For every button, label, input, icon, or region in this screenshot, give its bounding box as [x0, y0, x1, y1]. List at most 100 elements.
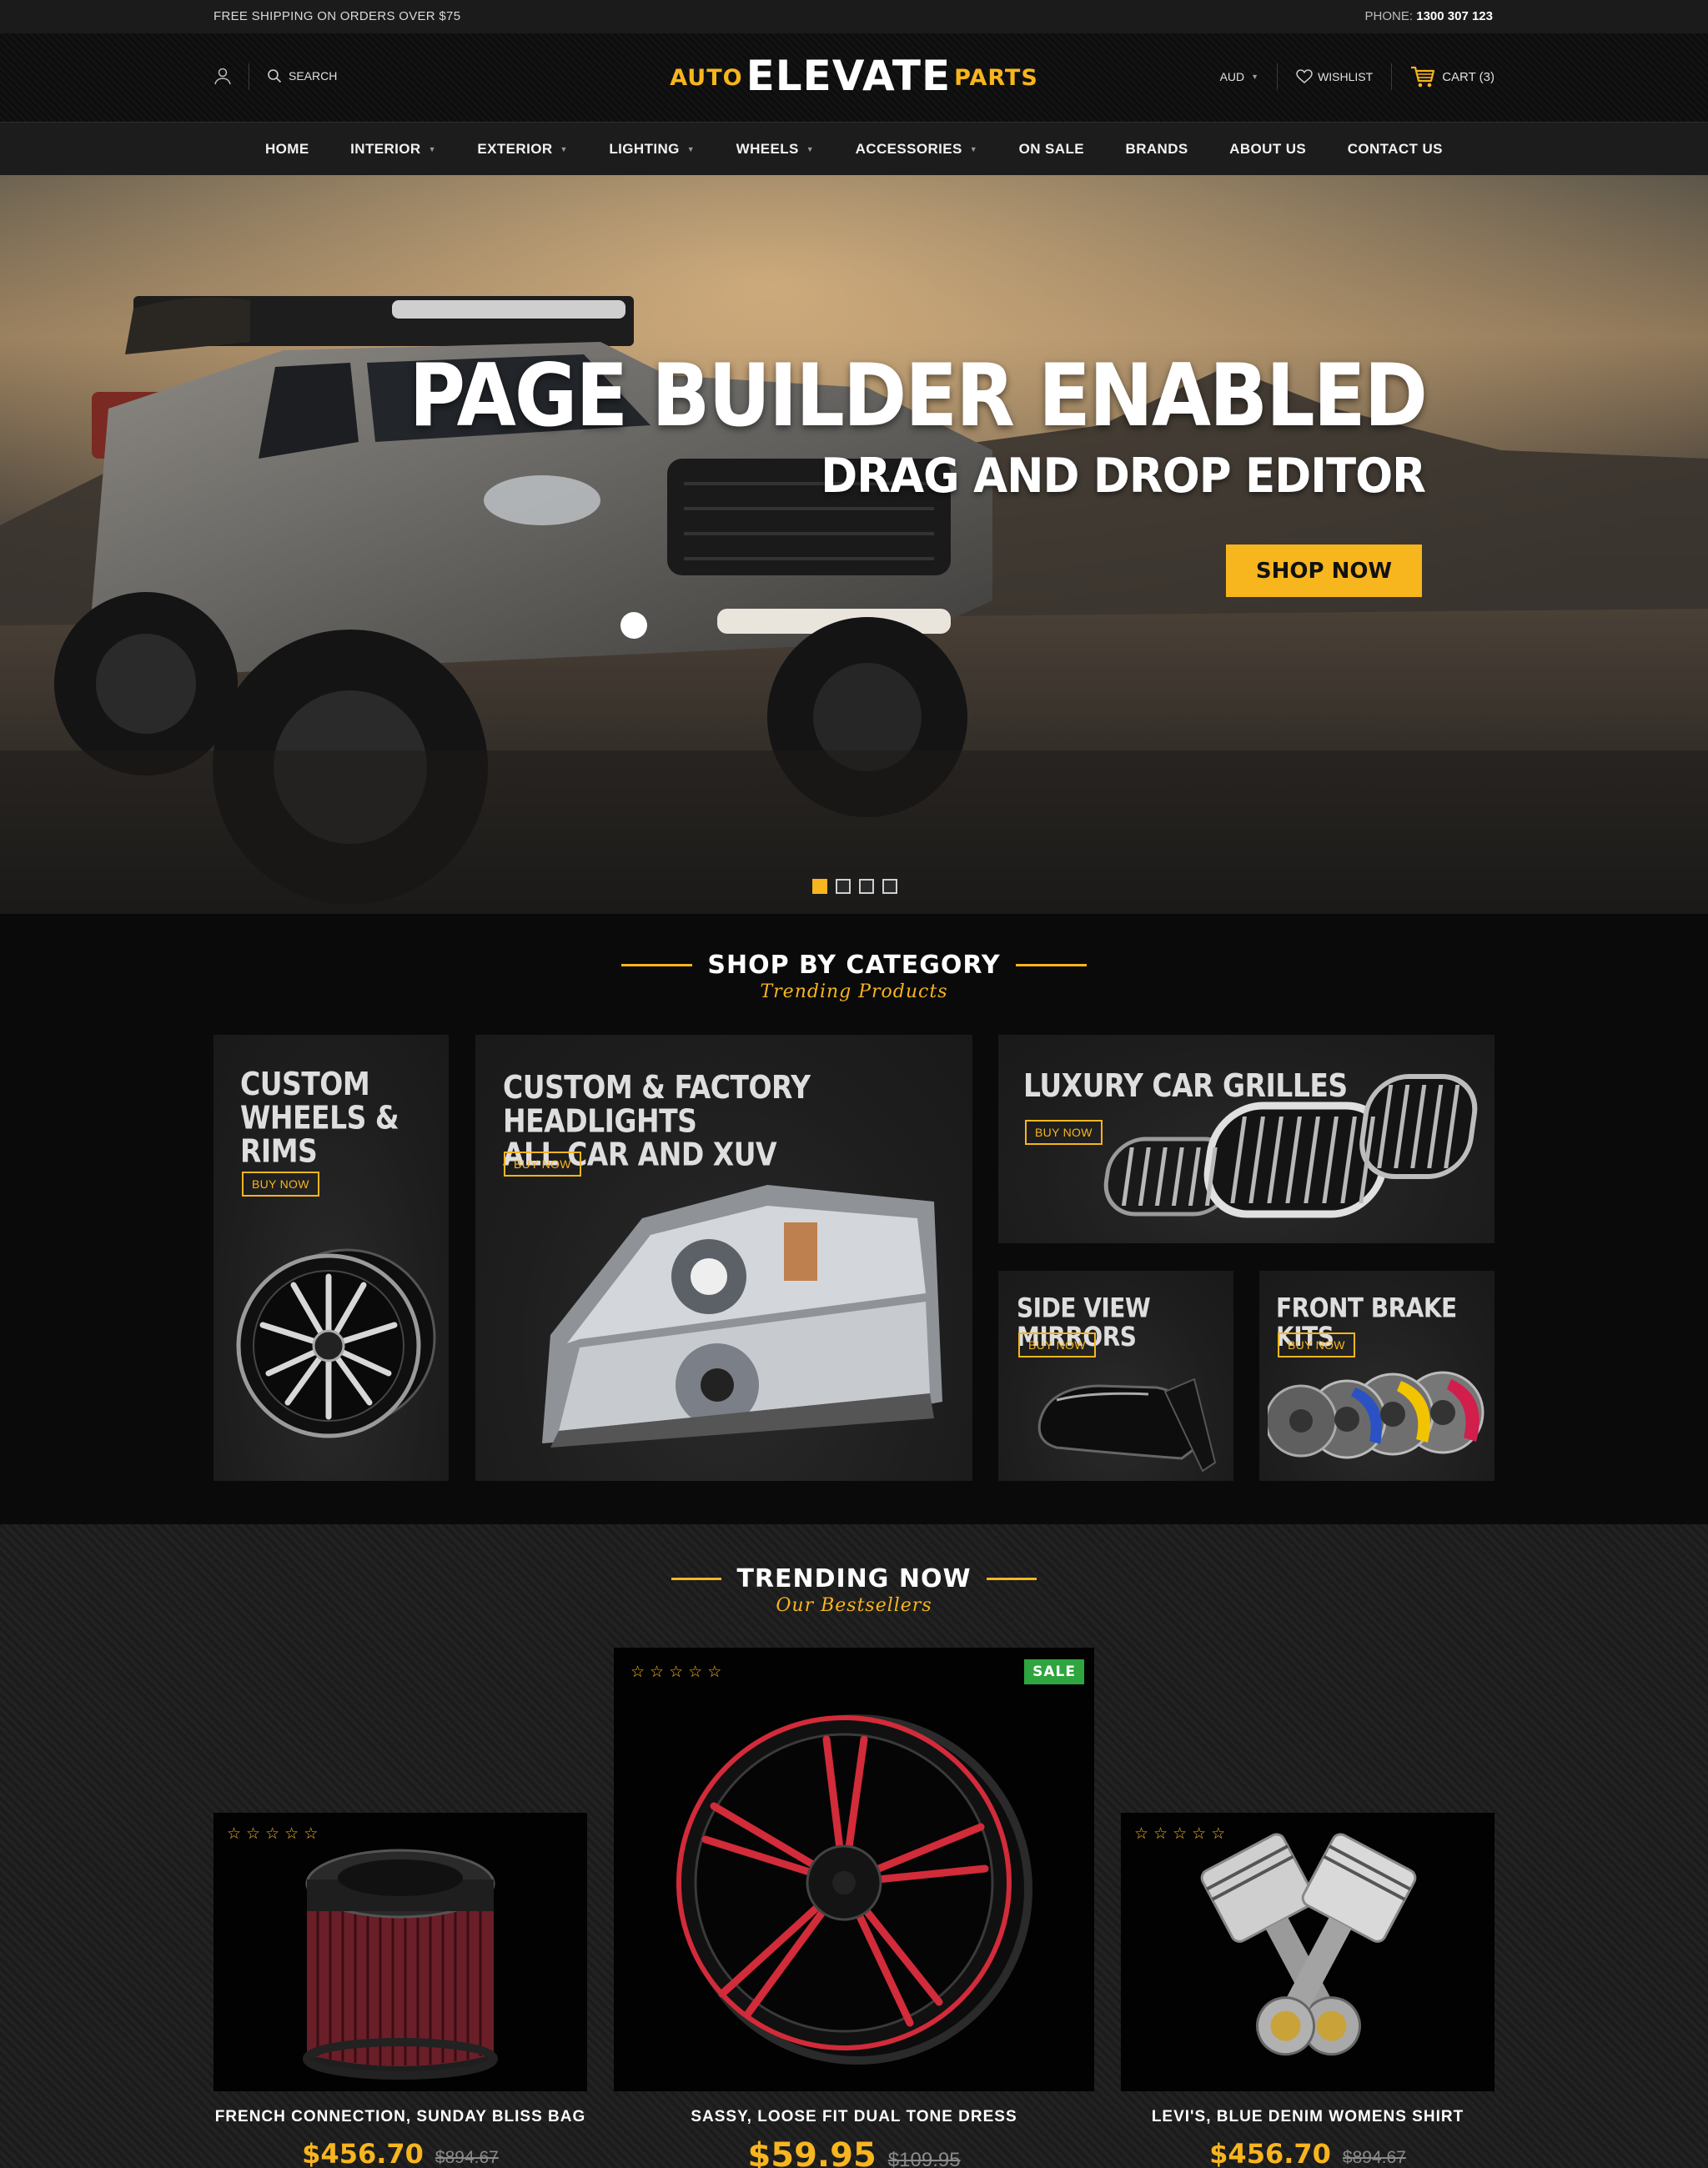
original-price: $894.67: [1342, 2148, 1406, 2167]
logo-left: AUTO: [670, 65, 743, 91]
red-alloy-wheel-image: [676, 1714, 1032, 2065]
phone-info: PHONE: 1300 307 123: [1365, 9, 1493, 23]
section-subtitle: Trending Products: [760, 981, 948, 1002]
shop-now-button[interactable]: SHOP NOW: [1226, 545, 1422, 597]
nav-item-label: BRANDS: [1125, 141, 1188, 157]
product-image[interactable]: [1121, 1813, 1494, 2091]
shop-by-category-section: SHOP BY CATEGORY Trending Products CUSTO…: [0, 914, 1708, 1524]
slider-dot-1[interactable]: [812, 879, 827, 894]
brake-kit-image: [1268, 1371, 1484, 1459]
hero-subheadline: DRAG AND DROP EDITOR: [821, 449, 1426, 504]
pistons-image: [1200, 1833, 1417, 2056]
header-actions: AUD ▼ WISHLIST CART (3): [1220, 63, 1494, 90]
product-name[interactable]: LEVI'S, BLUE DENIM WOMENS SHIRT: [1121, 2108, 1494, 2126]
headlight-image: [542, 1185, 942, 1448]
chevron-down-icon: ▼: [560, 145, 568, 153]
currency-selector[interactable]: AUD ▼: [1220, 70, 1277, 83]
section-title: TRENDING NOW: [736, 1564, 972, 1593]
title-rule: [986, 1578, 1037, 1580]
title-rule: [621, 964, 693, 966]
alloy-wheel-image: [236, 1248, 436, 1438]
nav-item-label: WHEELS: [736, 141, 799, 157]
current-price: $59.95: [747, 2136, 877, 2168]
nav-item-lighting[interactable]: LIGHTING ▼: [609, 123, 695, 176]
phone-number[interactable]: 1300 307 123: [1416, 9, 1493, 23]
hero-headline: PAGE BUILDER ENABLED: [409, 346, 1428, 446]
chevron-down-icon: ▼: [1251, 73, 1259, 81]
nav-item-label: LIGHTING: [609, 141, 680, 157]
product-card[interactable]: ☆ ☆ ☆ ☆ ☆ FRENCH CONNECTION, SUNDAY BLISS BA…: [214, 1813, 587, 2168]
nav-item-home[interactable]: HOME: [265, 123, 309, 176]
nav-item-label: ON SALE: [1018, 141, 1084, 157]
product-image[interactable]: [214, 1813, 587, 2091]
slider-dot-2[interactable]: [836, 879, 851, 894]
category-heading: SHOP BY CATEGORY Trending Products: [0, 951, 1708, 1002]
product-price: $456.70 $894.67: [1121, 2138, 1494, 2168]
category-card-mirrors[interactable]: SIDE VIEW MIRRORS BUY NOW: [998, 1271, 1233, 1481]
nav-list: HOME INTERIOR ▼ EXTERIOR ▼ LIGHTING ▼ WHEELS ▼ AC…: [214, 123, 1494, 176]
air-filter-image: [303, 1849, 498, 2080]
trending-now-section: TRENDING NOW Our Bestsellers ☆ ☆ ☆ ☆ ☆ FRENC…: [0, 1524, 1708, 2168]
original-price: $109.95: [887, 2149, 961, 2168]
nav-item-label: ACCESSORIES: [855, 141, 962, 157]
heart-icon: [1296, 69, 1313, 83]
product-card-featured[interactable]: ☆ ☆ ☆ ☆ ☆ SALE SASSY, LOOSE FIT DUAL TONE DR…: [614, 1648, 1094, 2168]
wishlist-link[interactable]: WISHLIST: [1278, 69, 1391, 84]
category-card-headlights[interactable]: CUSTOM & FACTORY HEADLIGHTS ALL CAR AND …: [475, 1035, 972, 1481]
side-mirror-image: [1037, 1378, 1217, 1473]
nav-item-on-sale[interactable]: ON SALE: [1019, 123, 1084, 176]
shopping-cart-icon: [1411, 66, 1435, 88]
shipping-notice: FREE SHIPPING ON ORDERS OVER $75: [214, 9, 461, 23]
nav-item-about-us[interactable]: ABOUT US: [1229, 123, 1306, 176]
slider-dot-3[interactable]: [859, 879, 874, 894]
category-card-wheels[interactable]: CUSTOM WHEELS & RIMS BUY NOW: [214, 1035, 449, 1481]
category-card-title: CUSTOM WHEELS & RIMS: [240, 1065, 399, 1170]
chevron-down-icon: ▼: [428, 145, 436, 153]
section-title: SHOP BY CATEGORY: [707, 951, 1001, 980]
nav-item-label: ABOUT US: [1229, 141, 1307, 157]
nav-item-label: CONTACT US: [1347, 141, 1443, 157]
trending-heading: TRENDING NOW Our Bestsellers: [0, 1564, 1708, 1616]
product-price: $456.70 $894.67: [214, 2138, 587, 2168]
chevron-down-icon: ▼: [969, 145, 978, 153]
chevron-down-icon: ▼: [806, 145, 815, 153]
original-price: $894.67: [435, 2148, 499, 2167]
top-bar: FREE SHIPPING ON ORDERS OVER $75 PHONE: …: [0, 0, 1708, 33]
phone-label: PHONE:: [1364, 9, 1414, 23]
star-rating: ☆ ☆ ☆ ☆ ☆: [227, 1825, 319, 1843]
nav-item-brands[interactable]: BRANDS: [1126, 123, 1188, 176]
chevron-down-icon: ▼: [686, 145, 696, 153]
logo-right: PARTS: [954, 65, 1038, 91]
nav-item-label: HOME: [265, 141, 309, 157]
star-rating: ☆ ☆ ☆ ☆ ☆: [1134, 1825, 1226, 1843]
nav-item-interior[interactable]: INTERIOR ▼: [350, 123, 436, 176]
buy-now-button[interactable]: BUY NOW: [1278, 1332, 1355, 1358]
nav-item-wheels[interactable]: WHEELS ▼: [736, 123, 814, 176]
hero-slider: SCOSCHE PAGE BUILDER ENABLED DRAG AND DR…: [0, 175, 1708, 914]
product-name[interactable]: FRENCH CONNECTION, SUNDAY BLISS BAG: [214, 2108, 587, 2126]
title-rule: [671, 1578, 722, 1580]
current-price: $456.70: [1209, 2138, 1331, 2168]
main-navigation: HOME INTERIOR ▼ EXTERIOR ▼ LIGHTING ▼ WHEELS ▼ AC…: [0, 122, 1708, 175]
nav-item-label: INTERIOR: [350, 141, 421, 157]
category-card-brakes[interactable]: FRONT BRAKE KITS BUY NOW: [1259, 1271, 1494, 1481]
slider-dot-4[interactable]: [882, 879, 897, 894]
product-image[interactable]: [614, 1648, 1094, 2091]
section-subtitle: Our Bestsellers: [776, 1595, 932, 1616]
nav-item-accessories[interactable]: ACCESSORIES ▼: [856, 123, 977, 176]
car-grille-image: [1103, 1074, 1478, 1218]
cart-link[interactable]: CART (3): [1392, 65, 1494, 88]
wishlist-label: WISHLIST: [1318, 70, 1374, 83]
hero-truck-image: SCOSCHE: [0, 175, 1708, 914]
product-price: $59.95 $109.95: [614, 2136, 1094, 2168]
slider-dots: [812, 879, 897, 894]
buy-now-button[interactable]: BUY NOW: [242, 1172, 319, 1197]
product-card[interactable]: ☆ ☆ ☆ ☆ ☆ LEVI'S, BLUE DENIM WOMENS SHIRT $4…: [1121, 1813, 1494, 2168]
product-name[interactable]: SASSY, LOOSE FIT DUAL TONE DRESS: [614, 2108, 1094, 2126]
nav-item-contact-us[interactable]: CONTACT US: [1348, 123, 1443, 176]
buy-now-button[interactable]: BUY NOW: [1025, 1120, 1103, 1145]
star-rating: ☆ ☆ ☆ ☆ ☆: [630, 1664, 722, 1681]
nav-item-exterior[interactable]: EXTERIOR ▼: [477, 123, 567, 176]
title-rule: [1015, 964, 1087, 966]
category-card-grilles[interactable]: LUXURY CAR GRILLES BUY NOW: [998, 1035, 1494, 1243]
